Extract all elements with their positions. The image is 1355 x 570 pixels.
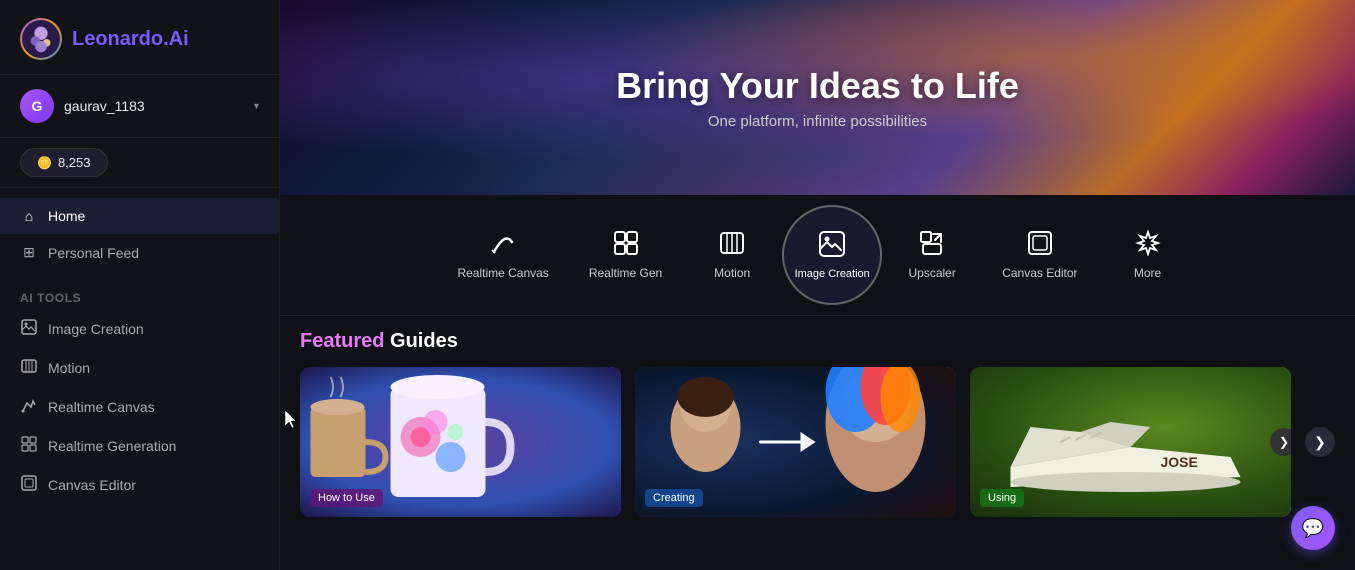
nav-section: ⌂ Home ⊞ Personal Feed bbox=[0, 188, 279, 281]
realtime-gen-tab-icon bbox=[613, 230, 639, 262]
user-initial: G bbox=[32, 98, 43, 114]
sidebar-item-realtime-canvas[interactable]: Realtime Canvas bbox=[0, 387, 279, 426]
user-avatar: G bbox=[20, 89, 54, 123]
upscaler-tab-icon bbox=[919, 230, 945, 262]
realtime-canvas-icon bbox=[20, 397, 38, 416]
tab-more[interactable]: More bbox=[1098, 222, 1198, 288]
tab-realtime-canvas[interactable]: Realtime Canvas bbox=[437, 222, 568, 288]
logo-suffix: .Ai bbox=[163, 28, 189, 50]
ai-tools-heading: AI Tools bbox=[0, 281, 279, 309]
motion-tab-label: Motion bbox=[714, 266, 750, 280]
sidebar-item-home[interactable]: ⌂ Home bbox=[0, 198, 279, 234]
hero-banner: Bring Your Ideas to Life One platform, i… bbox=[280, 0, 1355, 195]
sidebar-item-motion[interactable]: Motion bbox=[0, 348, 279, 387]
personal-feed-label: Personal Feed bbox=[48, 245, 139, 261]
logo-avatar bbox=[20, 18, 62, 60]
guide-card-1-tag: How to Use bbox=[310, 489, 383, 507]
tokens-badge[interactable]: 🪙 8,253 bbox=[20, 148, 108, 177]
canvas-editor-icon bbox=[20, 475, 38, 494]
ai-tools-nav: Image Creation Motion Realtime Canvas Re… bbox=[0, 309, 279, 504]
featured-title: Featured Guides bbox=[300, 330, 1335, 353]
motion-tab-icon bbox=[719, 230, 745, 262]
guide-card-3-tag: Using bbox=[980, 489, 1024, 507]
support-button[interactable]: 💬 bbox=[1291, 506, 1335, 550]
image-creation-tab-icon bbox=[818, 230, 846, 264]
tab-upscaler[interactable]: Upscaler bbox=[882, 222, 982, 288]
sidebar-item-personal-feed[interactable]: ⊞ Personal Feed bbox=[0, 234, 279, 271]
featured-title-rest: Guides bbox=[384, 330, 457, 352]
username-label: gaurav_1183 bbox=[64, 98, 244, 114]
upscaler-tab-label: Upscaler bbox=[909, 266, 956, 280]
more-tab-label: More bbox=[1134, 266, 1161, 280]
guides-grid: How to Use bbox=[300, 367, 1335, 517]
tab-canvas-editor[interactable]: Canvas Editor bbox=[982, 222, 1097, 288]
featured-section: Featured Guides bbox=[280, 316, 1355, 531]
image-creation-tab-label: Image Creation bbox=[795, 268, 870, 280]
motion-icon bbox=[20, 358, 38, 377]
sidebar: Leonardo.Ai G gaurav_1183 ▾ 🪙 8,253 ⌂ Ho… bbox=[0, 0, 280, 570]
hero-subtitle: One platform, infinite possibilities bbox=[708, 113, 927, 130]
hero-title: Bring Your Ideas to Life bbox=[616, 65, 1019, 107]
guide-card-1[interactable]: How to Use bbox=[300, 367, 621, 517]
more-tab-icon bbox=[1135, 230, 1161, 262]
guides-next-arrow[interactable]: ❯ bbox=[1305, 367, 1335, 517]
logo-area: Leonardo.Ai bbox=[0, 0, 279, 75]
realtime-canvas-tab-icon bbox=[490, 230, 516, 262]
realtime-canvas-tab-label: Realtime Canvas bbox=[457, 266, 548, 280]
image-creation-label: Image Creation bbox=[48, 321, 144, 337]
logo-text: Leonardo.Ai bbox=[72, 28, 189, 51]
canvas-editor-tab-label: Canvas Editor bbox=[1002, 266, 1077, 280]
sidebar-item-image-creation[interactable]: Image Creation bbox=[0, 309, 279, 348]
tool-tabs: Realtime Canvas Realtime Gen Motion Imag… bbox=[280, 195, 1355, 316]
main-content: Bring Your Ideas to Life One platform, i… bbox=[280, 0, 1355, 570]
svg-text:JOSE: JOSE bbox=[1161, 454, 1198, 470]
canvas-editor-tab-icon bbox=[1027, 230, 1053, 262]
tokens-area: 🪙 8,253 bbox=[0, 138, 279, 188]
home-icon: ⌂ bbox=[20, 208, 38, 224]
guide-card-3[interactable]: JOSE Using bbox=[970, 367, 1291, 517]
tab-motion[interactable]: Motion bbox=[682, 222, 782, 288]
chevron-down-icon[interactable]: ▾ bbox=[254, 101, 259, 112]
sidebar-item-realtime-generation[interactable]: Realtime Generation bbox=[0, 426, 279, 465]
tokens-value: 8,253 bbox=[58, 155, 91, 170]
logo-name: Leonardo bbox=[72, 28, 163, 50]
realtime-canvas-label: Realtime Canvas bbox=[48, 399, 155, 415]
personal-feed-icon: ⊞ bbox=[20, 244, 38, 261]
realtime-gen-label: Realtime Generation bbox=[48, 438, 176, 454]
guide-card-2-tag: Creating bbox=[645, 489, 703, 507]
guide-card-2[interactable]: Creating bbox=[635, 367, 956, 517]
tab-image-creation[interactable]: Image Creation bbox=[782, 205, 882, 305]
sidebar-item-canvas-editor[interactable]: Canvas Editor bbox=[0, 465, 279, 504]
tab-realtime-gen[interactable]: Realtime Gen bbox=[569, 222, 682, 288]
realtime-gen-icon bbox=[20, 436, 38, 455]
home-label: Home bbox=[48, 208, 85, 224]
image-creation-icon bbox=[20, 319, 38, 338]
featured-title-pink: Featured bbox=[300, 330, 384, 352]
user-area[interactable]: G gaurav_1183 ▾ bbox=[0, 75, 279, 138]
realtime-gen-tab-label: Realtime Gen bbox=[589, 266, 662, 280]
tokens-icon: 🪙 bbox=[37, 156, 52, 170]
motion-label: Motion bbox=[48, 360, 90, 376]
canvas-editor-label: Canvas Editor bbox=[48, 477, 136, 493]
